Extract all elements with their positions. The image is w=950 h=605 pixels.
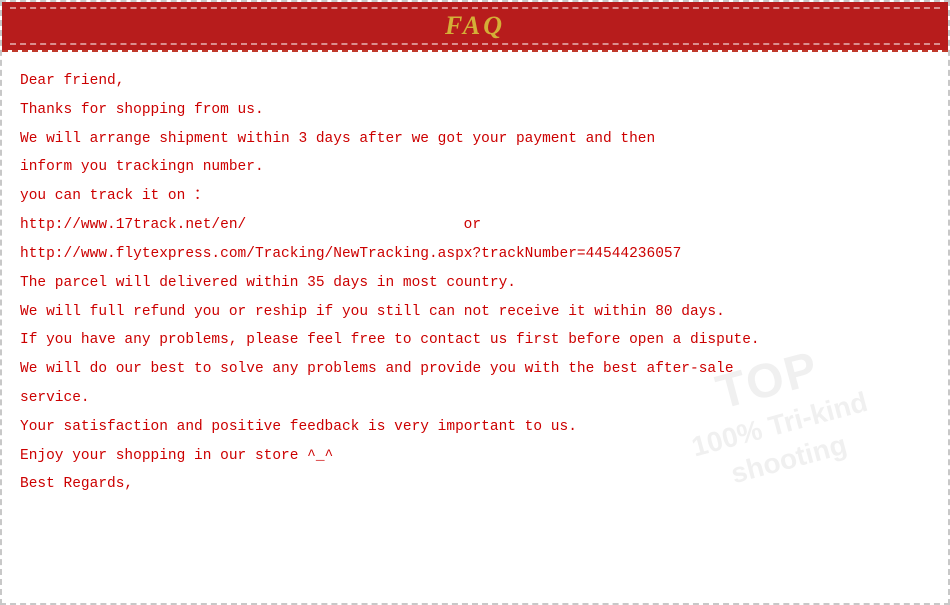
faq-title: FAQ bbox=[445, 11, 505, 41]
page-wrapper: FAQ Dear friend, Thanks for shopping fro… bbox=[0, 0, 950, 605]
line-shipment1: We will arrange shipment within 3 days a… bbox=[20, 126, 930, 153]
or-text: or bbox=[464, 217, 481, 233]
line-url2: http://www.flytexpress.com/Tracking/NewT… bbox=[20, 241, 930, 268]
line-delivery: The parcel will delivered within 35 days… bbox=[20, 270, 930, 297]
line-url1-row: http://www.17track.net/en/ or bbox=[20, 212, 930, 239]
line-enjoy: Enjoy your shopping in our store ^_^ bbox=[20, 443, 930, 470]
line-refund: We will full refund you or reship if you… bbox=[20, 299, 930, 326]
line-regards: Best Regards, bbox=[20, 471, 930, 498]
line-best1: We will do our best to solve any problem… bbox=[20, 356, 930, 383]
line-thanks: Thanks for shopping from us. bbox=[20, 97, 930, 124]
content-text: Dear friend, Thanks for shopping from us… bbox=[20, 68, 930, 498]
line-satisfaction: Your satisfaction and positive feedback … bbox=[20, 414, 930, 441]
line-service: service. bbox=[20, 385, 930, 412]
line-problems: If you have any problems, please feel fr… bbox=[20, 327, 930, 354]
line-track-intro: you can track it on ： bbox=[20, 183, 930, 210]
header-bar: FAQ bbox=[2, 2, 948, 50]
content-area: Dear friend, Thanks for shopping from us… bbox=[2, 52, 948, 510]
line-shipment2: inform you trackingn number. bbox=[20, 154, 930, 181]
line-greeting: Dear friend, bbox=[20, 68, 930, 95]
tracking-url1: http://www.17track.net/en/ bbox=[20, 217, 246, 233]
